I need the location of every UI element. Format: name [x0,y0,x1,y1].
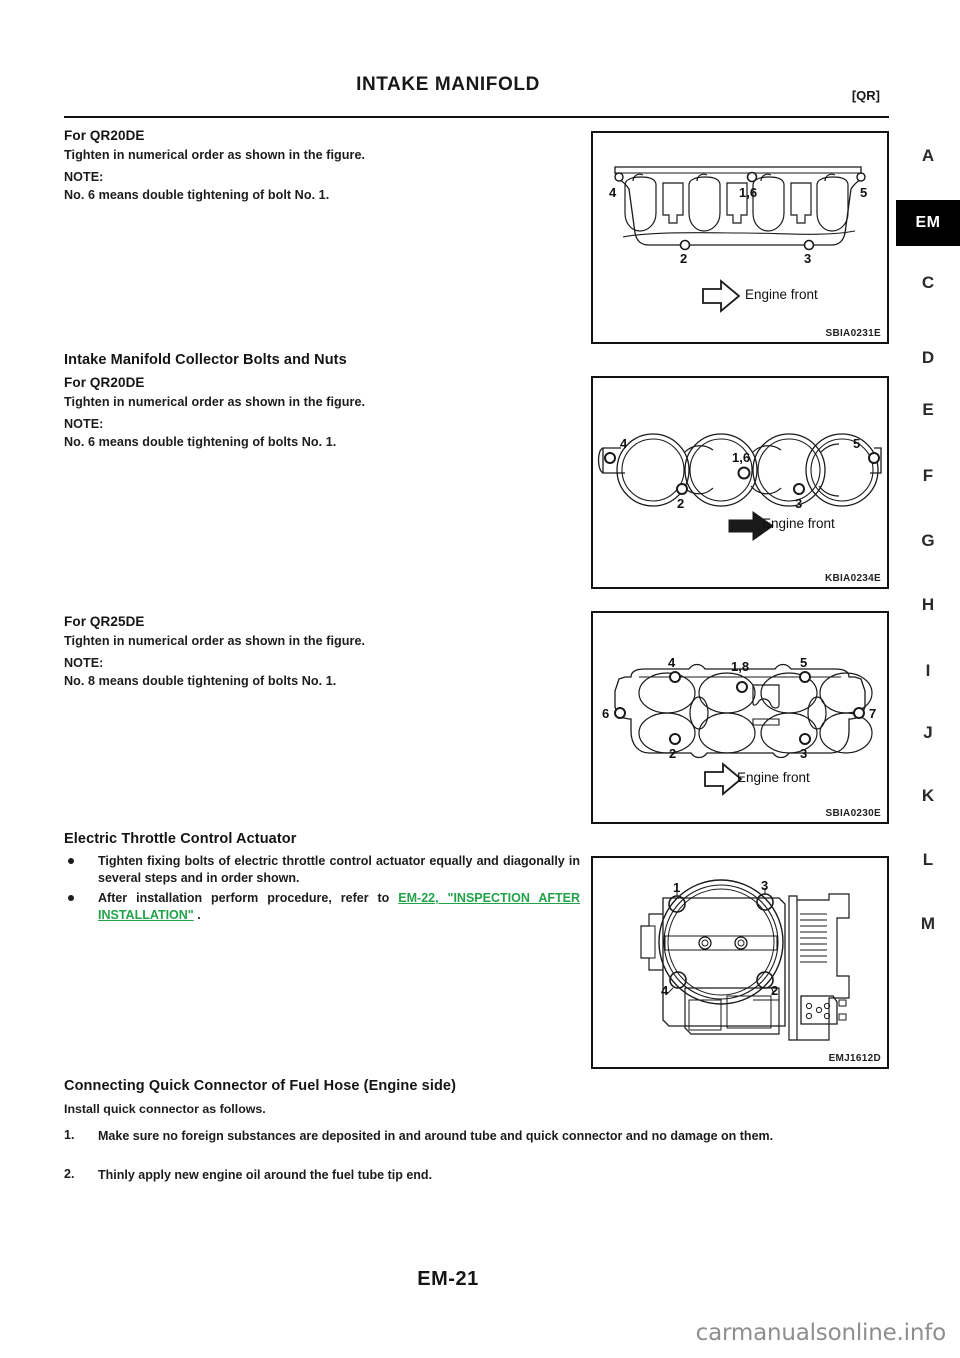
throttle-bullet-2-text: After installation perform procedure, re… [98,890,580,924]
section-index-rail: A EM C D E F G H I J K L M [896,0,960,1315]
collector-qr25-note-text: No. 8 means double tightening of bolts N… [64,674,337,688]
rail-letter-a[interactable]: A [896,142,960,170]
bolt-label-5: 5 [860,185,868,200]
figure-caption: SBIA0230E [825,808,881,819]
rail-letter-d[interactable]: D [896,344,960,372]
quick-connector-step-2: 2. Thinly apply new engine oil around th… [64,1167,890,1184]
rail-letter-m[interactable]: M [896,910,960,938]
throttle-bullet-1-text: Tighten fixing bolts of electric throttl… [98,854,580,885]
figure-caption: KBIA0234E [824,573,881,584]
section-code-badge: [QR] [851,88,880,103]
collector-bolts-note-text: No. 6 means double tightening of bolts N… [64,435,337,449]
rail-letter-k[interactable]: K [896,782,960,810]
rail-letter-f[interactable]: F [896,462,960,490]
bullet-dot-icon [68,858,74,864]
step-index: 2. [64,1167,75,1181]
collector-qr25-instruction: Tighten in numerical order as shown in t… [64,634,366,648]
figure-throttle-body: 1 3 4 2 EMJ1612D [591,856,889,1069]
bolt-label-4: 4 [609,185,617,200]
throttle-bullet-2-prefix: After installation perform procedure, re… [98,891,399,905]
collector-qr25-note-label: NOTE: [64,656,104,670]
step-text: Make sure no foreign substances are depo… [98,1129,774,1143]
figure-collector-gasket-qr20: 4 1,6 5 2 3 Engine front KBIA0234E [591,376,889,589]
page-number: EM-21 [417,1268,479,1290]
figure-collector-gasket-qr25: 4 1,8 5 6 7 2 3 Engine front SBIA0230E [591,611,889,824]
throttle-bullet-1: Tighten fixing bolts of electric throttl… [64,853,580,887]
collector-gasket-qr20-drawing [597,433,882,541]
collector-gasket-qr25-drawing [614,663,873,796]
rail-letter-e[interactable]: E [896,396,960,424]
throttle-actuator-heading: Electric Throttle Control Actuator [64,831,297,847]
collector-bolts-instruction: Tighten in numerical order as shown in t… [64,395,366,409]
intake-manifold-engine-heading: For QR20DE [64,128,145,143]
bolt-label-6: 6 [602,706,610,721]
engine-front-label: Engine front [745,287,818,302]
bolt-label-3: 3 [761,878,769,893]
step-index: 1. [64,1128,75,1142]
quick-connector-step-1: 1. Make sure no foreign substances are d… [64,1128,890,1145]
bolt-label-7: 7 [869,706,877,721]
manual-page: INTAKE MANIFOLD [QR] A EM C D E F G H I … [0,0,960,1315]
rail-letter-h[interactable]: H [896,591,960,619]
rail-letter-g[interactable]: G [896,527,960,555]
engine-front-label: Engine front [762,516,835,531]
engine-front-label: Engine front [737,770,810,785]
bolt-label-1-6: 1,6 [739,185,758,200]
bolt-label-1-8: 1,8 [731,659,750,674]
bolt-label-2: 2 [669,746,677,761]
bolt-label-1-6: 1,6 [732,450,751,465]
bolt-label-4: 4 [668,655,676,670]
header-divider [64,116,889,118]
collector-bolts-note-label: NOTE: [64,417,104,431]
intake-manifold-instruction: Tighten in numerical order as shown in t… [64,148,366,162]
bolt-label-1: 1 [673,880,681,895]
collector-bolts-heading: Intake Manifold Collector Bolts and Nuts [64,352,347,368]
rail-letter-c[interactable]: C [896,269,960,297]
quick-connector-heading: Connecting Quick Connector of Fuel Hose … [64,1078,456,1094]
site-watermark: carmanualsonline.info [695,1320,947,1346]
bolt-label-3: 3 [800,746,808,761]
manifold-gasket-drawing [614,166,866,313]
throttle-body-drawing [640,879,850,1041]
collector-bolts-engine-heading: For QR20DE [64,375,145,390]
collector-qr25-engine-heading: For QR25DE [64,614,145,629]
bolt-label-4: 4 [661,983,669,998]
step-text: Thinly apply new engine oil around the f… [98,1168,433,1182]
rail-letter-j[interactable]: J [896,719,960,747]
figure-caption: SBIA0231E [825,328,881,339]
intake-manifold-note-text: No. 6 means double tightening of bolt No… [64,188,330,202]
bolt-label-5: 5 [800,655,808,670]
bolt-label-5: 5 [853,436,861,451]
bolt-label-2: 2 [680,251,688,266]
quick-connector-intro: Install quick connector as follows. [64,1102,266,1116]
figure-caption: EMJ1612D [828,1053,881,1064]
bolt-label-3: 3 [804,251,812,266]
throttle-bullet-2: After installation perform procedure, re… [64,890,580,924]
rail-letter-l[interactable]: L [896,846,960,874]
bolt-label-2: 2 [677,496,685,511]
bolt-label-3: 3 [795,496,803,511]
bolt-label-2: 2 [771,983,779,998]
intake-manifold-note-label: NOTE: [64,170,104,184]
rail-letter-em-current[interactable]: EM [896,200,960,246]
figure-manifold-gasket: 4 1,6 5 2 3 Engine front SBIA0231E [591,131,889,344]
throttle-bullet-2-suffix: . [193,908,201,922]
rail-letter-i[interactable]: I [896,657,960,685]
bullet-dot-icon [68,895,74,901]
bolt-label-4: 4 [620,436,628,451]
